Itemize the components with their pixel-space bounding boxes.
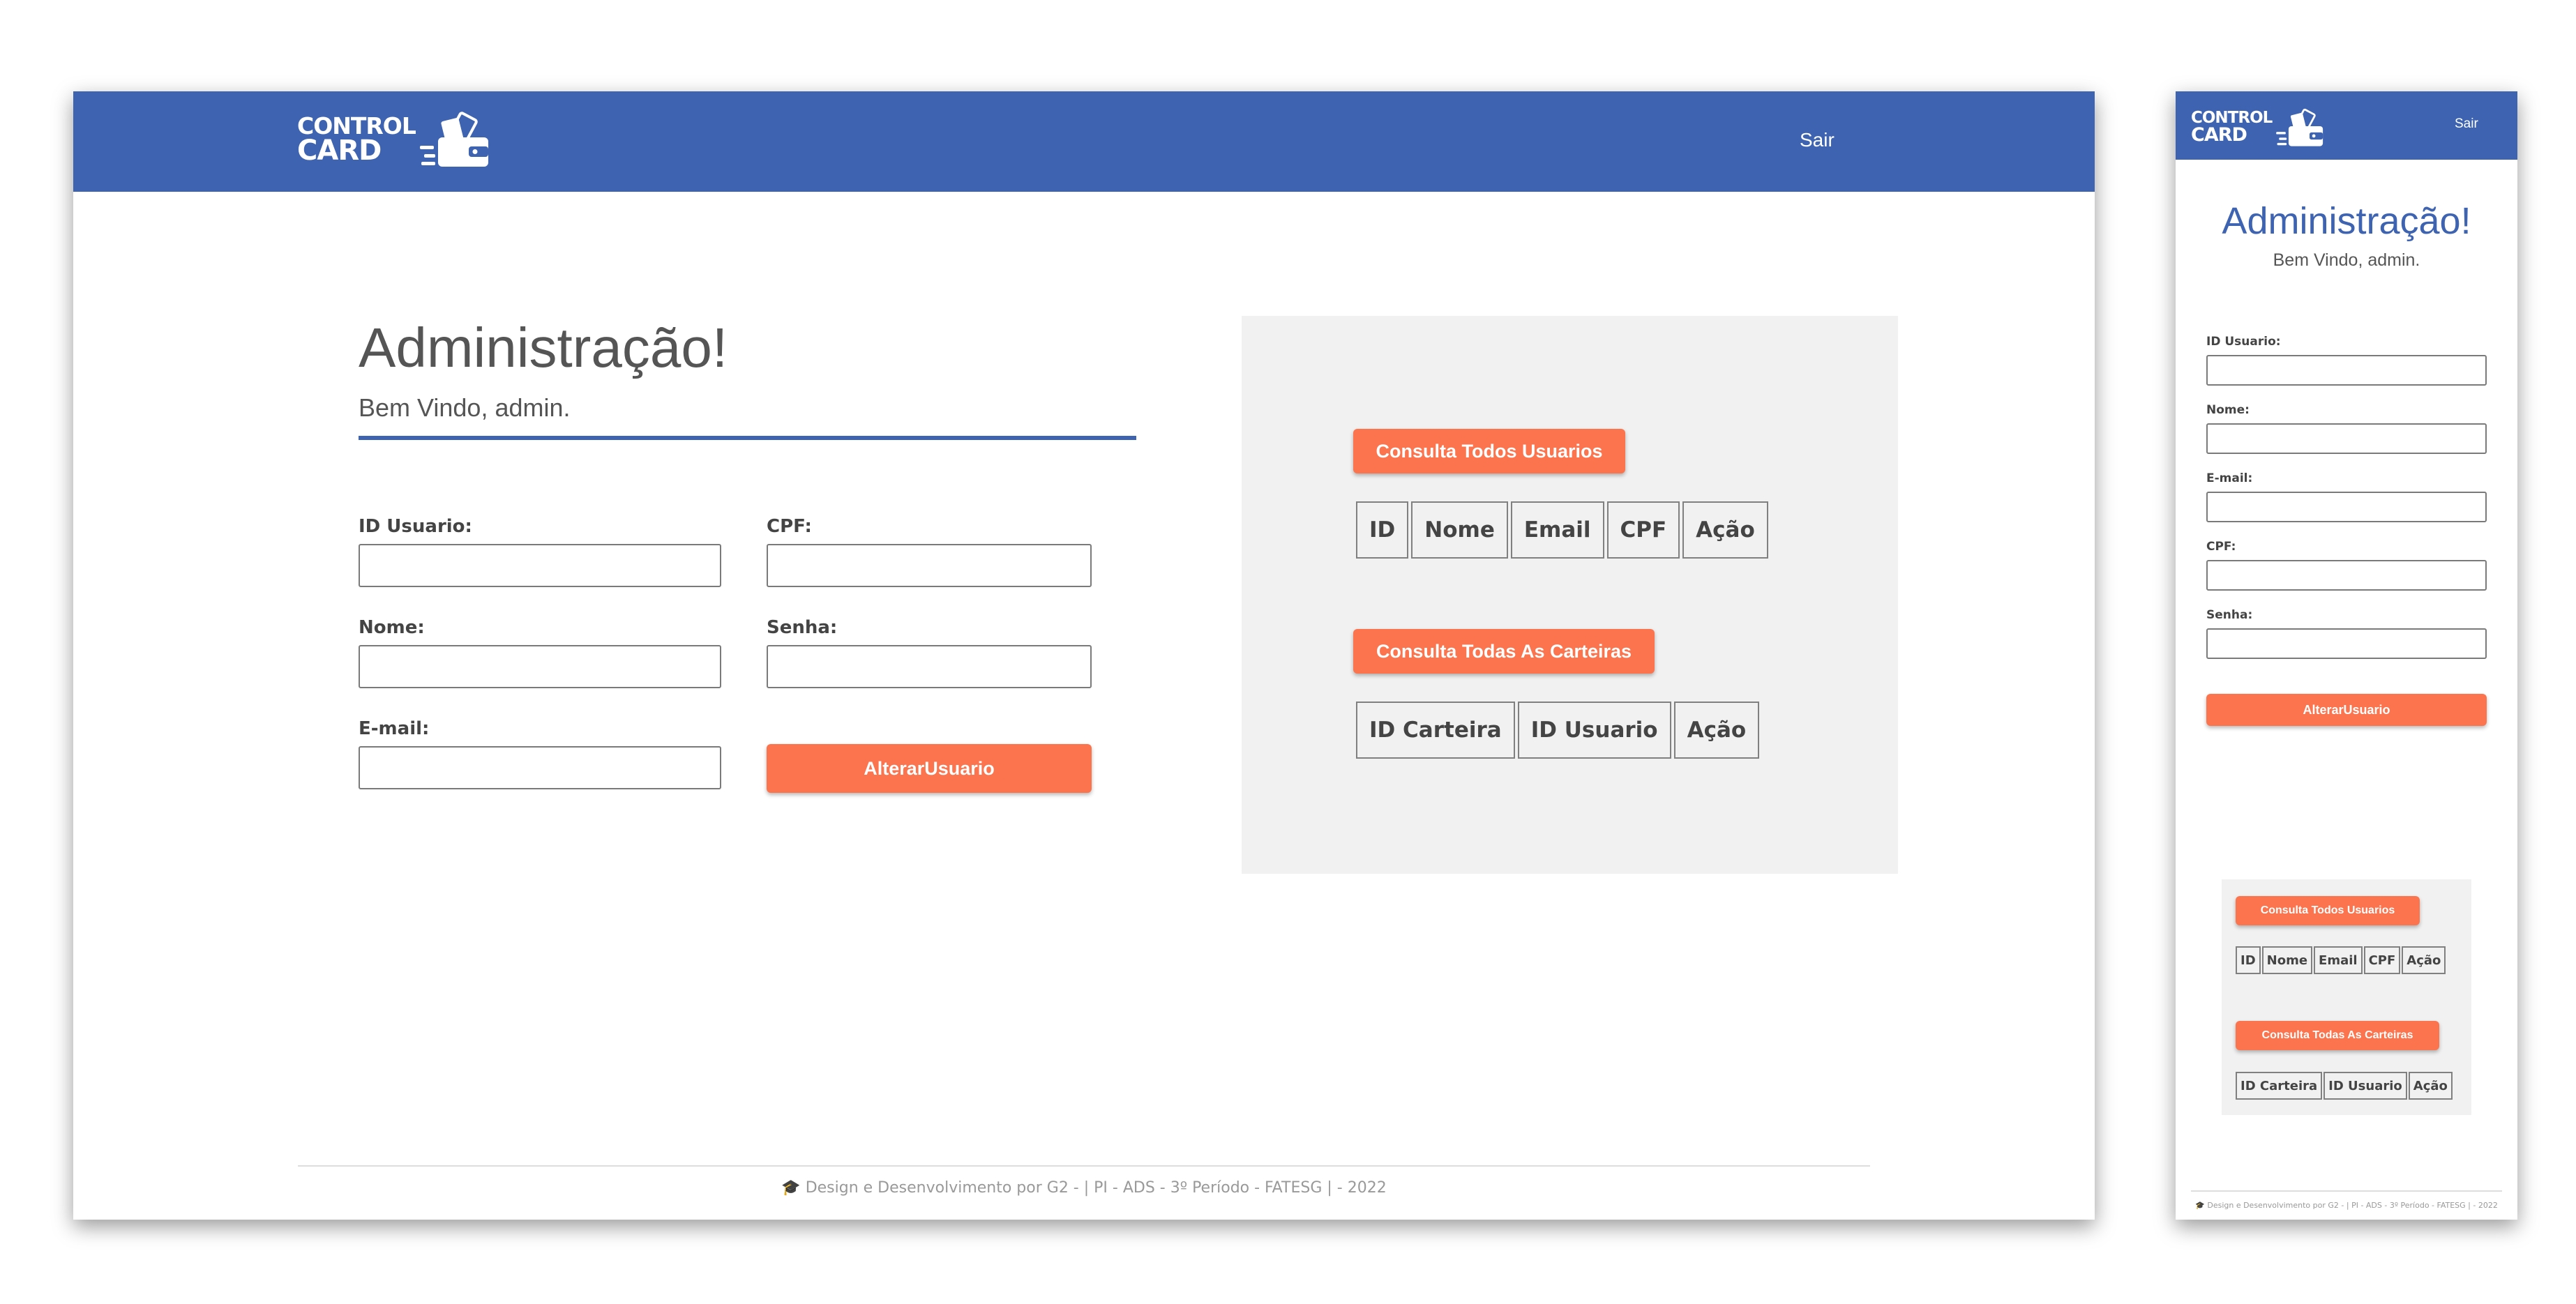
cpf-input[interactable] (767, 544, 1092, 587)
wallets-col-acao: Ação (1673, 702, 1760, 759)
footer-divider (2191, 1190, 2502, 1192)
users-col-email: Email (1510, 501, 1604, 559)
logout-link[interactable]: Sair (1800, 129, 1835, 151)
senha-input[interactable] (2206, 628, 2487, 659)
logout-link[interactable]: Sair (2455, 116, 2478, 132)
logo[interactable]: CONTROL CARD (2191, 108, 2325, 147)
logo-line2: CARD (297, 134, 382, 167)
welcome-text: Bem Vindo, admin. (359, 393, 571, 422)
consulta-usuarios-button[interactable]: Consulta Todos Usuarios (1353, 429, 1625, 473)
cpf-label: CPF: (767, 516, 812, 537)
wallets-col-id-carteira: ID Carteira (2236, 1072, 2323, 1100)
footer: 🎓 Design e Desenvolvimento por G2 - | PI… (298, 1179, 1870, 1197)
users-table-header: ID Nome Email CPF Ação (1356, 501, 1771, 559)
users-col-cpf: CPF (2363, 946, 2401, 974)
id-usuario-field: ID Usuario: (359, 516, 721, 587)
nome-input[interactable] (359, 645, 721, 688)
desktop-preview: CONTROL CARD Sair Administração! Bem Vin… (73, 91, 2095, 1220)
wallets-table-header: ID Carteira ID Usuario Ação (2236, 1072, 2454, 1100)
senha-field: Senha: (2206, 608, 2487, 659)
nome-field: Nome: (359, 617, 721, 688)
wallet-card-icon (2276, 108, 2323, 146)
email-label: E-mail: (2206, 471, 2253, 485)
graduation-cap-icon: 🎓 (781, 1179, 801, 1197)
id-usuario-label: ID Usuario: (359, 516, 472, 537)
id-usuario-input[interactable] (359, 544, 721, 587)
footer-credits: Design e Desenvolvimento por G2 - | PI -… (2207, 1201, 2498, 1210)
users-col-nome: Nome (1411, 501, 1508, 559)
page-title: Administração! (359, 317, 728, 379)
footer-divider (298, 1165, 1870, 1167)
consulta-carteiras-button[interactable]: Consulta Todas As Carteiras (1353, 629, 1655, 674)
alterar-usuario-button[interactable]: AlterarUsuario (767, 744, 1092, 793)
wallets-table-header: ID Carteira ID Usuario Ação (1356, 702, 1762, 759)
query-panel: Consulta Todos Usuarios ID Nome Email CP… (1242, 316, 1898, 874)
cpf-field: CPF: (767, 516, 1092, 587)
wallets-col-id-usuario: ID Usuario (2323, 1072, 2407, 1100)
logo-line1: CONTROL (297, 112, 416, 140)
nome-input[interactable] (2206, 423, 2487, 454)
logo-line2: CARD (2191, 124, 2247, 146)
email-field: E-mail: (2206, 471, 2487, 522)
consulta-carteiras-button[interactable]: Consulta Todas As Carteiras (2236, 1021, 2439, 1050)
id-usuario-label: ID Usuario: (2206, 335, 2281, 349)
email-input[interactable] (2206, 492, 2487, 522)
id-usuario-field: ID Usuario: (2206, 335, 2487, 386)
users-col-nome: Nome (2261, 946, 2313, 974)
cpf-field: CPF: (2206, 540, 2487, 591)
graduation-cap-icon: 🎓 (2195, 1201, 2205, 1210)
users-col-id: ID (1356, 501, 1409, 559)
navbar: CONTROL CARD Sair (2176, 91, 2517, 160)
wallets-col-id-carteira: ID Carteira (1356, 702, 1515, 759)
welcome-text: Bem Vindo, admin. (2273, 250, 2420, 270)
users-col-acao: Ação (1682, 501, 1768, 559)
logo[interactable]: CONTROL CARD (297, 111, 491, 168)
users-col-cpf: CPF (1606, 501, 1680, 559)
page-title: Administração! (2222, 200, 2471, 242)
senha-input[interactable] (767, 645, 1092, 688)
query-panel: Consulta Todos Usuarios ID Nome Email CP… (2222, 879, 2471, 1115)
senha-field: Senha: (767, 617, 1092, 688)
navbar: CONTROL CARD Sair (73, 91, 2095, 192)
id-usuario-input[interactable] (2206, 355, 2487, 386)
email-field: E-mail: (359, 718, 721, 789)
users-col-id: ID (2236, 946, 2261, 974)
email-input[interactable] (359, 746, 721, 789)
wallets-col-id-usuario: ID Usuario (1517, 702, 1671, 759)
users-col-acao: Ação (2402, 946, 2446, 974)
senha-label: Senha: (2206, 608, 2253, 622)
nome-field: Nome: (2206, 403, 2487, 454)
wallet-card-icon (419, 112, 488, 167)
email-label: E-mail: (359, 718, 430, 739)
users-col-email: Email (2314, 946, 2363, 974)
users-table-header: ID Nome Email CPF Ação (2236, 946, 2447, 974)
footer-credits: Design e Desenvolvimento por G2 - | PI -… (805, 1179, 1387, 1197)
cpf-input[interactable] (2206, 560, 2487, 591)
nome-label: Nome: (2206, 403, 2250, 417)
consulta-usuarios-button[interactable]: Consulta Todos Usuarios (2236, 896, 2420, 925)
mobile-preview: CONTROL CARD Sair Administração! Bem Vin… (2176, 91, 2517, 1220)
senha-label: Senha: (767, 617, 838, 638)
cpf-label: CPF: (2206, 540, 2236, 554)
nome-label: Nome: (359, 617, 425, 638)
alterar-usuario-button[interactable]: AlterarUsuario (2206, 694, 2487, 726)
title-divider (359, 436, 1136, 440)
footer: 🎓 Design e Desenvolvimento por G2 - | PI… (2176, 1201, 2517, 1210)
wallets-col-acao: Ação (2408, 1072, 2453, 1100)
